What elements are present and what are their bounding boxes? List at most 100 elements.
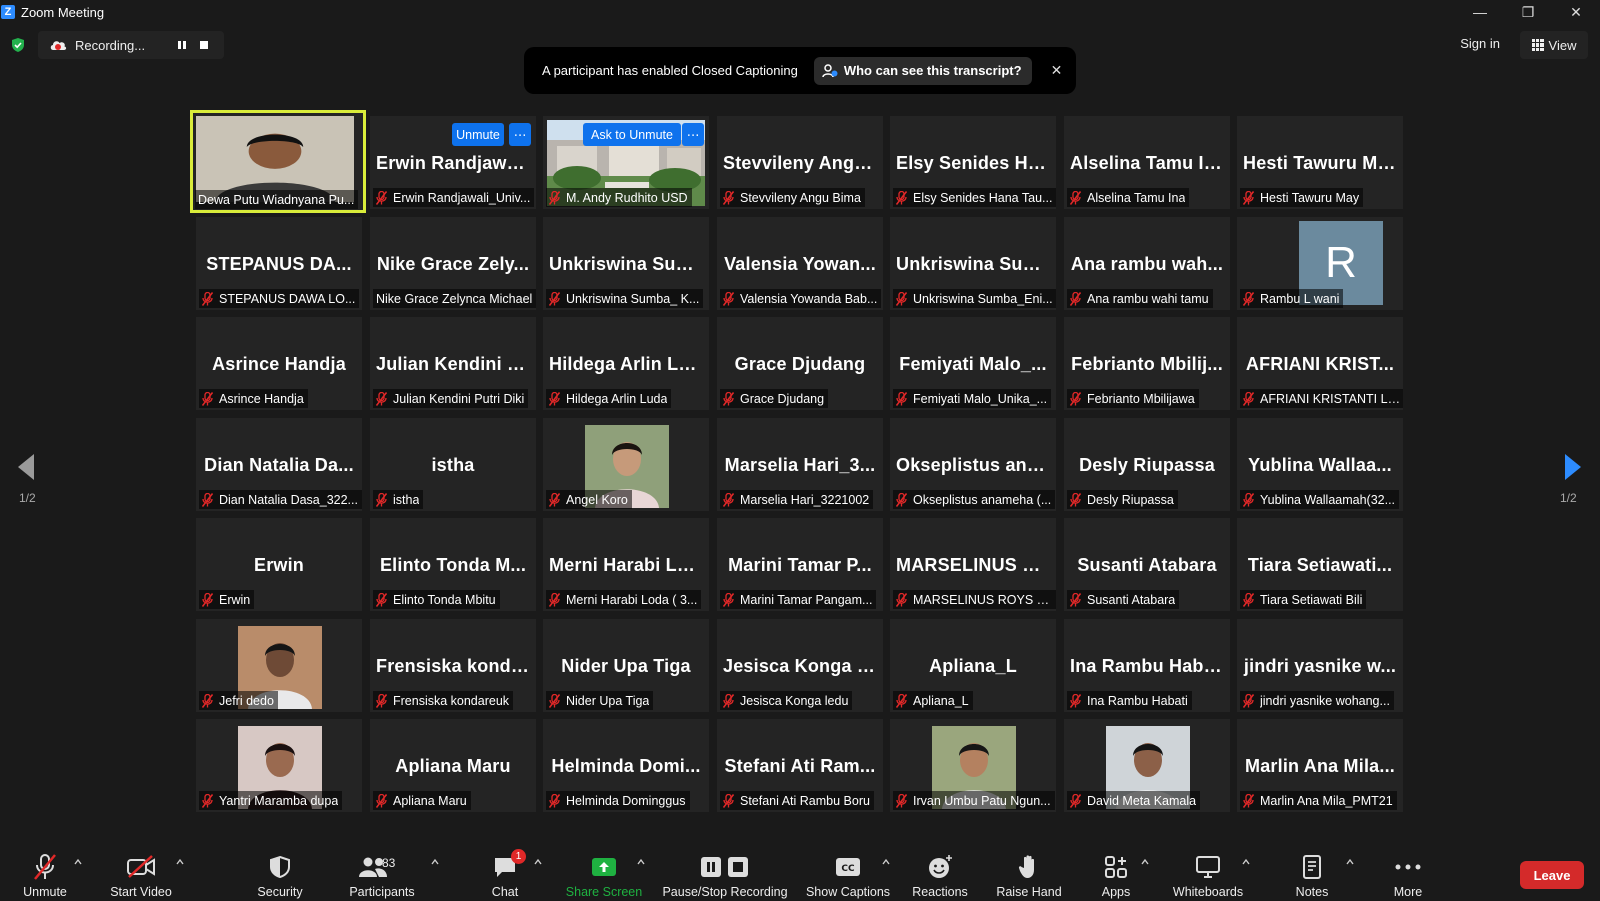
participant-tile[interactable]: Elinto Tonda M... Elinto Tonda Mbitu [370,518,536,611]
security-button[interactable]: Security [250,845,310,901]
participant-tile[interactable]: Stefani Ati Ram... Stefani Ati Rambu Boru [717,719,883,812]
participant-tile[interactable]: Nider Upa Tiga Nider Upa Tiga [543,619,709,712]
participant-display-name: Merni Harabi Lo... [549,555,704,575]
participant-tile[interactable]: Ana rambu wah... Ana rambu wahi tamu [1064,217,1230,310]
participant-tile[interactable]: Tiara Setiawati... Tiara Setiawati Bili [1237,518,1403,611]
participant-more-options-icon[interactable]: ⋯ [682,123,704,146]
participant-tile[interactable]: jindri yasnike w... jindri yasnike wohang… [1237,619,1403,712]
participant-tile[interactable]: R Rambu L wani [1237,217,1403,310]
audio-options-chevron-icon[interactable] [74,858,82,866]
chat-options-chevron-icon[interactable] [534,858,542,866]
stop-recording-icon[interactable] [195,36,213,54]
participant-tile[interactable]: Hesti Tawuru May Hesti Tawuru May [1237,116,1403,209]
participant-tile[interactable]: Hildega Arlin Lu... Hildega Arlin Luda [543,317,709,410]
share-options-chevron-icon[interactable] [637,858,645,866]
participant-tile[interactable]: Erwin Randjawa... Erwin Randjawali_Univ..… [370,116,536,209]
participant-tile[interactable]: Apliana_L Apliana_L [890,619,1056,712]
more-label: More [1393,885,1423,899]
close-banner-icon[interactable]: ✕ [1046,60,1068,82]
participant-tile[interactable]: M. Andy Rudhito USD Ask to Unmute ⋯ [543,116,709,209]
share-screen-button[interactable]: Share Screen [560,845,648,901]
recording-label: Recording... [75,37,146,53]
captions-options-chevron-icon[interactable] [882,858,890,866]
participant-tile[interactable]: Nike Grace Zely... Nike Grace Zelynca Mic… [370,217,536,310]
close-icon[interactable]: ✕ [1552,0,1600,24]
unmute-participant-button[interactable]: Unmute [452,123,504,146]
participant-tile[interactable]: Valensia Yowan... Valensia Yowanda Bab... [717,217,883,310]
participant-tile[interactable]: Marselia Hari_3... Marselia Hari_3221002 [717,418,883,511]
participant-name: Dian Natalia Dasa_322... [219,492,358,507]
participant-display-name: Julian Kendini P... [376,354,533,374]
apps-button[interactable]: Apps [1094,845,1138,901]
apps-options-chevron-icon[interactable] [1141,858,1149,866]
participant-name: Apliana Maru [393,793,467,808]
participant-name-label: istha [373,490,424,509]
participant-tile[interactable]: Grace Djudang Grace Djudang [717,317,883,410]
previous-page-icon[interactable] [16,452,36,482]
participant-tile[interactable]: STEPANUS DA... STEPANUS DAWA LO... [196,217,362,310]
participant-tile[interactable]: Stevvileny Angu... Stevvileny Angu Bima [717,116,883,209]
participant-tile[interactable]: Marini Tamar P... Marini Tamar Pangam... [717,518,883,611]
participant-tile[interactable]: Elsy Senides Ha... Elsy Senides Hana Tau.… [890,116,1056,209]
participant-tile[interactable]: David Meta Kamala [1064,719,1230,812]
participant-tile[interactable]: Angel Koro [543,418,709,511]
participant-tile[interactable]: Desly Riupassa Desly Riupassa [1064,418,1230,511]
participant-tile[interactable]: Apliana Maru Apliana Maru [370,719,536,812]
participant-name: istha [393,492,420,507]
restore-icon[interactable]: ❐ [1504,0,1552,24]
raise-hand-button[interactable]: Raise Hand [994,845,1064,901]
participant-tile[interactable]: Merni Harabi Lo... Merni Harabi Loda ( 3.… [543,518,709,611]
participant-tile[interactable]: Irvan Umbu Patu Ngun... [890,719,1056,812]
start-video-button[interactable]: Start Video [106,845,176,901]
minimize-icon[interactable]: — [1456,0,1504,24]
sign-in-link[interactable]: Sign in [1460,36,1500,51]
participant-name-label: David Meta Kamala [1067,791,1201,810]
reactions-button[interactable]: Reactions [910,845,970,901]
participant-tile[interactable]: Susanti Atabara Susanti Atabara [1064,518,1230,611]
participant-tile[interactable]: Okseplistus ana... Okseplistus anameha (.… [890,418,1056,511]
participant-tile[interactable]: Jefri dedo [196,619,362,712]
muted-mic-icon [549,693,560,708]
show-captions-button[interactable]: CC Show Captions [806,845,890,901]
participant-tile[interactable]: Jesisca Konga le... Jesisca Konga ledu [717,619,883,712]
participant-tile[interactable]: Helminda Domi... Helminda Dominggus [543,719,709,812]
participant-tile[interactable]: istha istha [370,418,536,511]
participant-tile[interactable]: Dewa Putu Wiadnyana Pu... [190,110,366,213]
video-options-chevron-icon[interactable] [176,858,184,866]
participant-tile[interactable]: Ina Rambu Habati Ina Rambu Habati [1064,619,1230,712]
participant-tile[interactable]: Femiyati Malo_... Femiyati Malo_Unika_... [890,317,1056,410]
pause-stop-recording-button[interactable]: Pause/Stop Recording [662,845,788,901]
participant-tile[interactable]: Dian Natalia Da... Dian Natalia Dasa_322.… [196,418,362,511]
view-button[interactable]: View [1520,31,1588,59]
participant-tile[interactable]: Julian Kendini P... Julian Kendini Putri … [370,317,536,410]
participant-tile[interactable]: Febrianto Mbilij... Febrianto Mbilijawa [1064,317,1230,410]
participant-tile[interactable]: Frensiska konda... Frensiska kondareuk [370,619,536,712]
participant-tile[interactable]: MARSELINUS R... MARSELINUS ROYS B... [890,518,1056,611]
participant-tile[interactable]: AFRIANI KRIST... AFRIANI KRISTANTI LA... [1237,317,1403,410]
participant-tile[interactable]: Marlin Ana Mila... Marlin Ana Mila_PMT21 [1237,719,1403,812]
participant-tile[interactable]: Yublina Wallaa... Yublina Wallaamah(32... [1237,418,1403,511]
participant-tile[interactable]: Unkriswina Sum... Unkriswina Sumba_Eni... [890,217,1056,310]
whiteboards-options-chevron-icon[interactable] [1242,858,1250,866]
next-page-icon[interactable] [1563,452,1583,482]
leave-button[interactable]: Leave [1520,861,1584,889]
participant-tile[interactable]: Alselina Tamu Ina Alselina Tamu Ina [1064,116,1230,209]
unmute-button[interactable]: Unmute [20,845,70,901]
participant-tile[interactable]: Asrince Handja Asrince Handja [196,317,362,410]
participant-tile[interactable]: Unkriswina Sum... Unkriswina Sumba_ K... [543,217,709,310]
participants-options-chevron-icon[interactable] [431,858,439,866]
notes-button[interactable]: Notes [1290,845,1334,901]
notes-options-chevron-icon[interactable] [1346,858,1354,866]
participant-more-options-icon[interactable]: ⋯ [509,123,531,146]
whiteboards-button[interactable]: Whiteboards [1168,845,1248,901]
pause-recording-icon[interactable] [173,36,191,54]
ask-to-unmute-button[interactable]: Ask to Unmute [583,123,681,146]
who-can-see-transcript-button[interactable]: Who can see this transcript? [813,56,1032,85]
participants-button[interactable]: 83 Participants [346,845,418,901]
participant-tile[interactable]: Yantri Maramba dupa [196,719,362,812]
encryption-shield-icon[interactable] [10,37,26,53]
more-button[interactable]: More [1386,845,1430,901]
participants-count: 83 [382,856,396,870]
chat-button[interactable]: 1 Chat [480,845,530,901]
participant-tile[interactable]: Erwin Erwin [196,518,362,611]
